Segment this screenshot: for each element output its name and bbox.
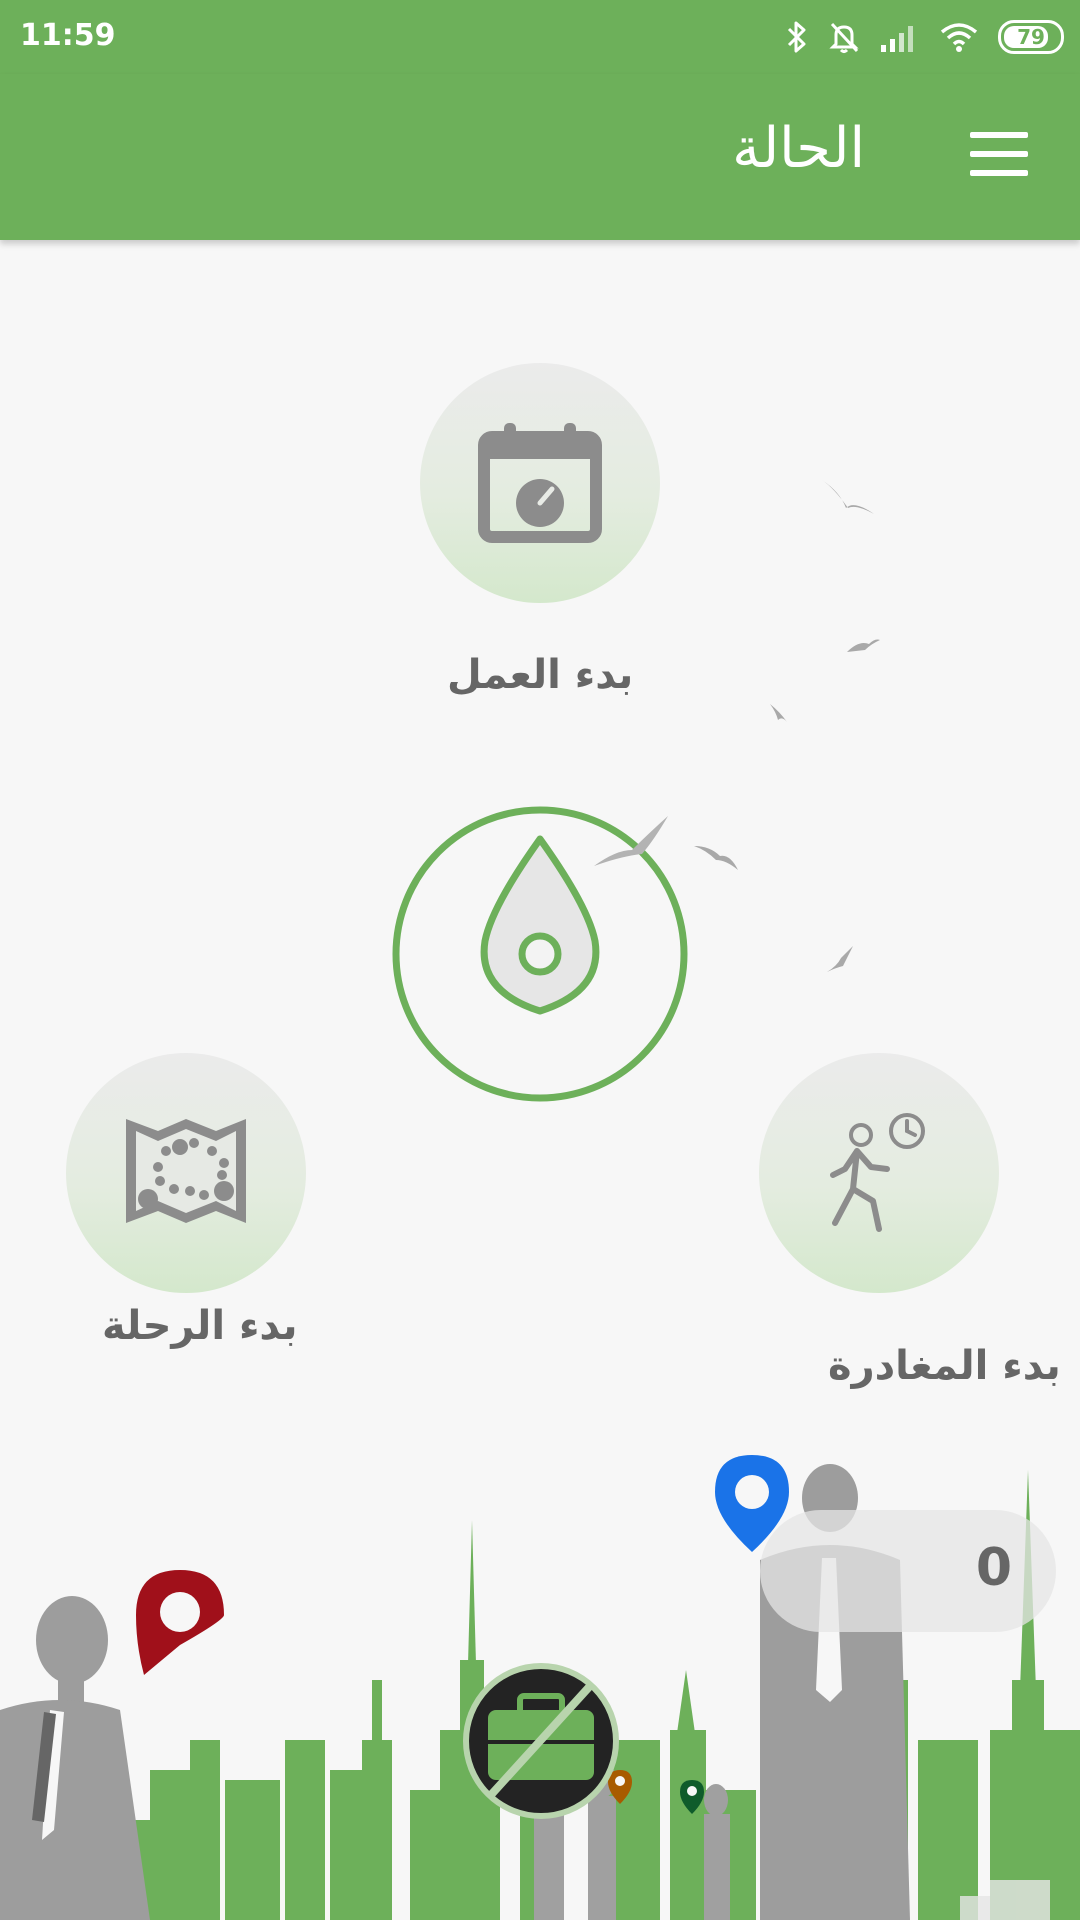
page-title: الحالة [732,116,865,181]
start-departure-label: بدء المغادرة [828,1343,1061,1389]
bird-decoration [594,816,668,866]
bluetooth-icon [786,20,808,54]
bird-decoration [847,639,880,652]
app-bar: الحالة [0,74,1080,240]
map-route-icon [126,1119,246,1223]
counter-value: 0 [975,1538,1012,1598]
status-bar: 11:59 79 [0,0,1080,74]
status-time: 11:59 [20,18,116,53]
start-work-button[interactable] [420,363,660,603]
bird-decoration [770,704,787,722]
bird-decoration [822,480,874,514]
no-luggage-icon[interactable] [462,1662,620,1820]
menu-button[interactable] [970,132,1028,176]
counter-pill: 0 [760,1510,1056,1632]
battery-level: 79 [1017,25,1045,49]
start-trip-label: بدء الرحلة [102,1303,298,1349]
walking-person-clock-icon [830,1113,925,1232]
bird-decoration [827,946,853,972]
hamburger-menu-icon [970,132,1028,138]
start-work-label: بدء العمل [447,652,634,698]
signal-icon [880,21,920,53]
muted-bell-icon [828,20,860,54]
start-trip-button[interactable] [66,1053,306,1293]
calendar-clock-icon [478,423,602,543]
wifi-icon [940,21,978,53]
battery-icon: 79 [998,20,1064,54]
start-departure-button[interactable] [759,1053,999,1293]
status-icons: 79 [786,18,1064,56]
bird-decoration [694,846,738,870]
